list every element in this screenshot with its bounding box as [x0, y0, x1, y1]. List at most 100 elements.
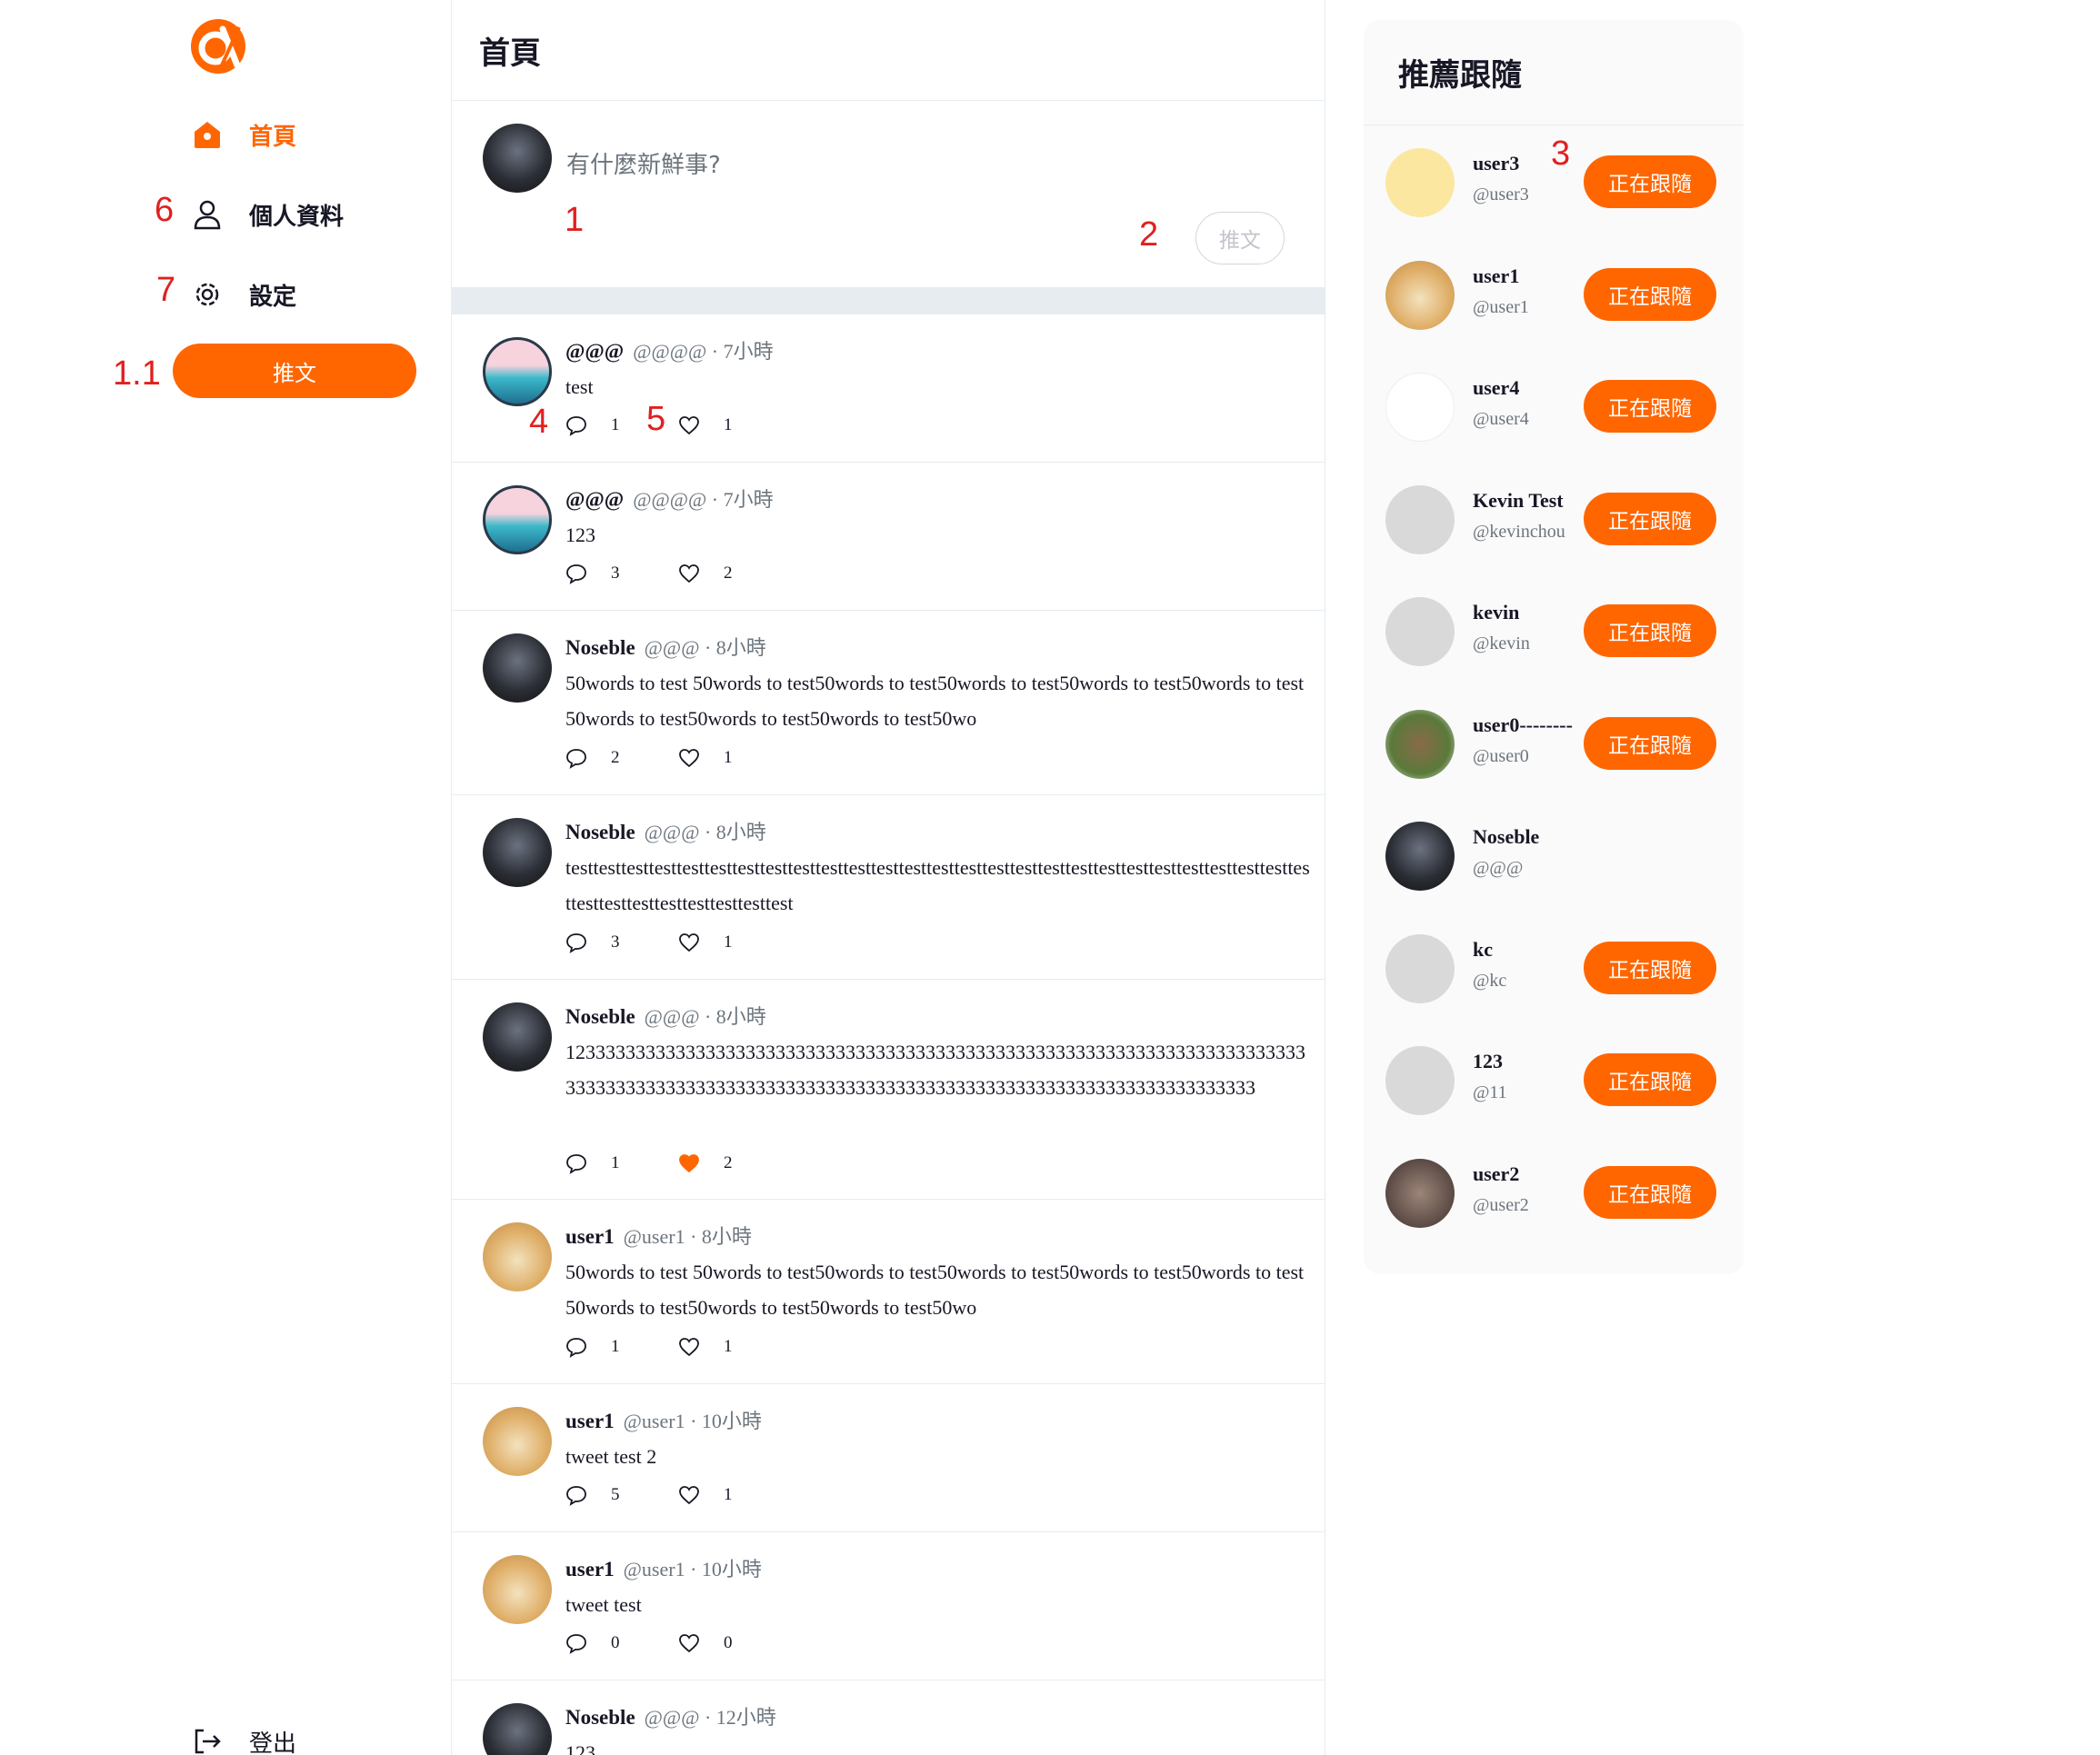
- avatar[interactable]: [1385, 709, 1455, 779]
- following-button[interactable]: 正在跟隨: [1584, 1053, 1716, 1106]
- following-button[interactable]: 正在跟隨: [1584, 604, 1716, 657]
- tweet-author-name[interactable]: @@@: [565, 340, 624, 364]
- following-button[interactable]: 正在跟隨: [1584, 155, 1716, 208]
- tweet-author-name[interactable]: Noseble: [565, 636, 635, 660]
- avatar[interactable]: [483, 633, 552, 703]
- avatar[interactable]: [1385, 148, 1455, 217]
- tweet-item[interactable]: Noseble @@@ · 8小時 50words to test 50words …: [452, 611, 1325, 795]
- following-button[interactable]: 正在跟隨: [1584, 492, 1716, 545]
- like-count: 2: [724, 1153, 733, 1172]
- recommend-user-row: 123 @11 正在跟隨: [1364, 1024, 1744, 1137]
- avatar[interactable]: [1385, 1046, 1455, 1115]
- reply-button[interactable]: 1: [565, 1336, 678, 1358]
- like-count: 2: [724, 563, 733, 583]
- tweet-text[interactable]: 123: [565, 517, 1311, 553]
- tweet-item[interactable]: Noseble @@@ · 12小時 123: [452, 1680, 1325, 1755]
- avatar[interactable]: [483, 1703, 552, 1755]
- like-button[interactable]: 1: [678, 1336, 791, 1358]
- like-button[interactable]: 2: [678, 563, 791, 584]
- reply-button[interactable]: 5: [565, 1484, 678, 1506]
- recommend-user-name[interactable]: user1: [1473, 264, 1519, 288]
- like-button[interactable]: 1: [678, 747, 791, 769]
- nav-profile-label: 個人資料: [249, 203, 345, 231]
- tweet-button[interactable]: 推文: [173, 344, 416, 398]
- avatar[interactable]: [1385, 822, 1455, 891]
- nav-home[interactable]: 首頁: [191, 107, 296, 162]
- tweet-text[interactable]: test: [565, 369, 1311, 404]
- reply-button[interactable]: 1: [565, 1152, 678, 1174]
- tweet-actions: 31: [565, 932, 791, 953]
- tweet-item[interactable]: user1 @user1 · 10小時 tweet test 251: [452, 1384, 1325, 1532]
- avatar[interactable]: [483, 337, 552, 406]
- reply-button[interactable]: 2: [565, 747, 678, 769]
- like-button[interactable]: 1: [678, 414, 791, 436]
- avatar[interactable]: [483, 1222, 552, 1291]
- composer-submit-button[interactable]: 推文: [1195, 212, 1285, 264]
- tweet-text[interactable]: 1233333333333333333333333333333333333333…: [565, 1034, 1311, 1105]
- reply-button[interactable]: 3: [565, 932, 678, 953]
- tweet-author-name[interactable]: Noseble: [565, 1706, 635, 1730]
- tweet-text[interactable]: 123: [565, 1735, 1311, 1755]
- tweet-author-name[interactable]: Noseble: [565, 1005, 635, 1029]
- like-button[interactable]: 2: [678, 1152, 791, 1174]
- tweet-text[interactable]: 50words to test 50words to test50words t…: [565, 665, 1311, 736]
- reply-count: 1: [611, 1153, 620, 1172]
- tweet-text[interactable]: testtesttesttesttesttesttesttesttesttest…: [565, 850, 1311, 921]
- avatar[interactable]: [483, 1555, 552, 1624]
- tweet-item[interactable]: user1 @user1 · 8小時 50words to test 50words…: [452, 1200, 1325, 1384]
- following-button[interactable]: 正在跟隨: [1584, 941, 1716, 994]
- avatar[interactable]: [1385, 597, 1455, 666]
- tweet-author-name[interactable]: user1: [565, 1410, 615, 1433]
- tweet-author-handle: @@@ · 8小時: [644, 636, 766, 659]
- tweet-text[interactable]: tweet test 2: [565, 1439, 1311, 1474]
- tweet-text[interactable]: 50words to test 50words to test50words t…: [565, 1254, 1311, 1325]
- avatar[interactable]: [1385, 933, 1455, 1003]
- avatar[interactable]: [1385, 260, 1455, 330]
- following-button[interactable]: 正在跟隨: [1584, 380, 1716, 433]
- nav-logout[interactable]: 登出: [191, 1714, 296, 1755]
- avatar[interactable]: [1385, 484, 1455, 554]
- avatar[interactable]: [483, 1407, 552, 1476]
- recommend-user-name[interactable]: user3: [1473, 152, 1519, 175]
- tweet-text[interactable]: tweet test: [565, 1587, 1311, 1622]
- tweet-header: user1 @user1 · 10小時: [565, 1553, 762, 1582]
- following-button[interactable]: 正在跟隨: [1584, 267, 1716, 321]
- tweet-item[interactable]: @@@ @@@@ · 7小時 test 1 1 4 5: [452, 314, 1325, 463]
- recommend-user-name[interactable]: Kevin Test: [1473, 489, 1564, 513]
- logo-icon[interactable]: [188, 16, 248, 76]
- tweet-item[interactable]: user1 @user1 · 10小時 tweet test 0 0: [452, 1532, 1325, 1680]
- recommend-user-name[interactable]: 123: [1473, 1050, 1503, 1073]
- recommend-user-name[interactable]: kc: [1473, 938, 1493, 962]
- avatar[interactable]: [483, 1002, 552, 1072]
- avatar[interactable]: [483, 818, 552, 887]
- recommend-user-name[interactable]: Noseble: [1473, 825, 1539, 849]
- recommend-user-name[interactable]: user0--------: [1473, 713, 1573, 737]
- like-button[interactable]: 0: [678, 1632, 791, 1654]
- tweet-item[interactable]: @@@ @@@@ · 7小時 123 3 2: [452, 463, 1325, 611]
- nav-profile[interactable]: 個人資料: [191, 187, 344, 242]
- recommend-user-name[interactable]: user4: [1473, 376, 1519, 400]
- reply-count: 3: [611, 563, 620, 583]
- annotation-1: 1: [565, 201, 585, 239]
- nav-settings[interactable]: 設定: [191, 267, 296, 322]
- like-button[interactable]: 1: [678, 1484, 791, 1506]
- avatar[interactable]: [1385, 1158, 1455, 1228]
- recommend-user-name[interactable]: user2: [1473, 1162, 1519, 1186]
- reply-button[interactable]: 3: [565, 563, 678, 584]
- tweet-item[interactable]: Noseble @@@ · 8小時 testtesttesttesttesttest…: [452, 795, 1325, 980]
- nav-home-label: 首頁: [249, 123, 297, 151]
- tweet-author-name[interactable]: user1: [565, 1558, 615, 1581]
- like-button[interactable]: 1: [678, 932, 791, 953]
- composer-input[interactable]: 有什麼新鮮事?: [566, 146, 721, 180]
- following-button[interactable]: 正在跟隨: [1584, 1165, 1716, 1219]
- avatar[interactable]: [483, 485, 552, 554]
- following-button[interactable]: 正在跟隨: [1584, 716, 1716, 770]
- tweet-item[interactable]: Noseble @@@ · 8小時 123333333333333333333333…: [452, 980, 1325, 1200]
- recommend-user-name[interactable]: kevin: [1473, 601, 1519, 624]
- avatar[interactable]: [1385, 373, 1455, 442]
- tweet-author-name[interactable]: Noseble: [565, 821, 635, 844]
- tweet-author-name[interactable]: user1: [565, 1225, 615, 1249]
- reply-button[interactable]: 0: [565, 1632, 678, 1654]
- recommend-user-handle: @11: [1473, 1082, 1507, 1102]
- tweet-author-name[interactable]: @@@: [565, 488, 624, 512]
